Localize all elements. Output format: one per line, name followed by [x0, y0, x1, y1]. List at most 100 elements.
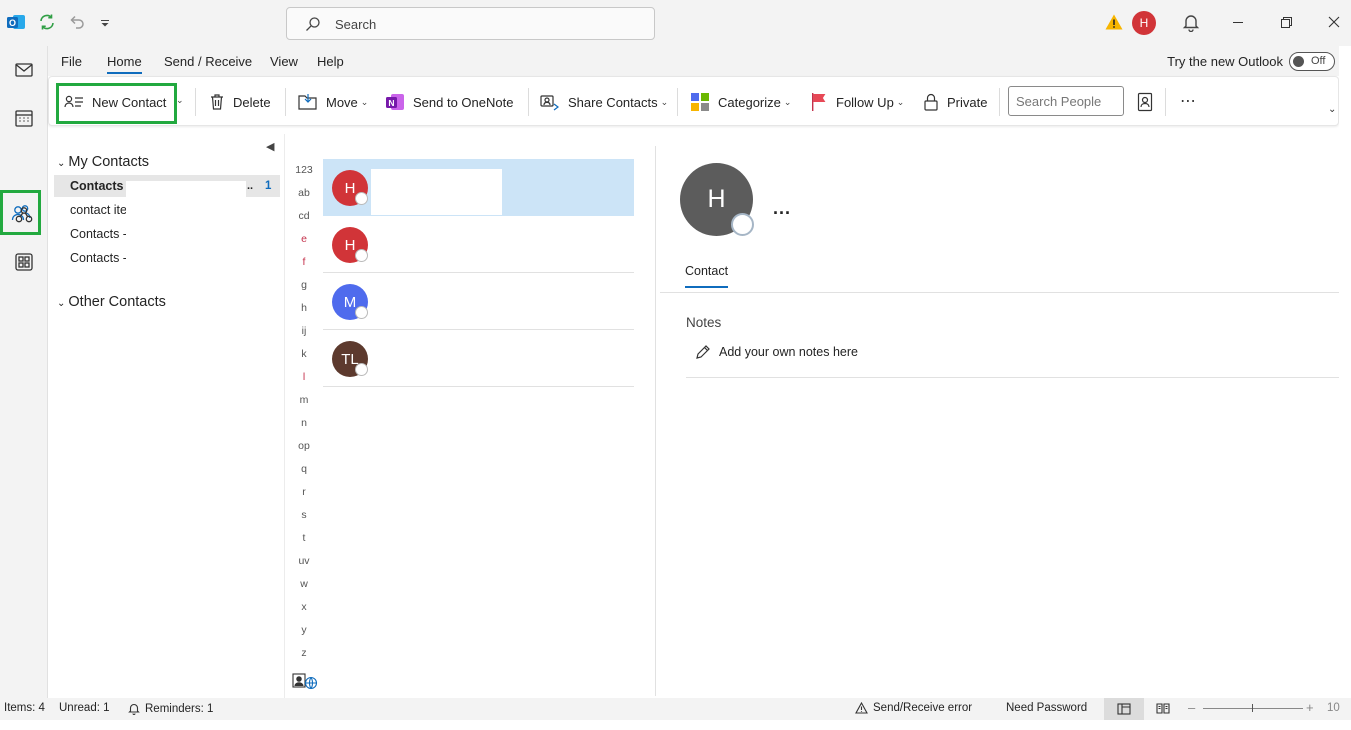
folder-pane: ◀ ⌄ My Contacts Contacts - .. 1 contact i…	[49, 134, 284, 698]
alphabet-index-item[interactable]: l	[285, 371, 323, 383]
new-outlook-toggle[interactable]: Off	[1289, 52, 1335, 71]
categorize-chevron-icon: ⌄	[783, 96, 792, 107]
unread-count-status: Unread: 1	[59, 702, 110, 714]
contact-card-icon	[64, 95, 83, 108]
categorize-button[interactable]: Categorize ⌄	[690, 92, 791, 112]
alphabet-index-item[interactable]: t	[285, 532, 323, 544]
reminders-button[interactable]: Reminders: 1	[128, 702, 213, 715]
alphabet-index-item[interactable]: x	[285, 601, 323, 613]
follow-up-button[interactable]: Follow Up ⌄	[810, 92, 904, 112]
lock-icon	[924, 93, 938, 111]
add-notes-button[interactable]: Add your own notes here	[695, 344, 858, 360]
share-contacts-button[interactable]: Share Contacts ⌄	[540, 92, 668, 112]
tab-divider	[660, 292, 1339, 293]
toggle-state-label: Off	[1311, 55, 1326, 67]
ribbon-toolbar: New Contact ⌄ Delete Move ⌄ N Send to One…	[48, 76, 1339, 126]
calendar-icon[interactable]	[4, 98, 44, 138]
restore-icon[interactable]	[1276, 12, 1296, 32]
reading-view-icon[interactable]	[1156, 702, 1170, 714]
search-people-input[interactable]	[1008, 86, 1124, 116]
svg-text:O: O	[9, 18, 16, 28]
search-box[interactable]: Search	[286, 7, 655, 40]
apps-icon[interactable]	[4, 242, 44, 282]
alphabet-index-item[interactable]: h	[285, 302, 323, 314]
presence-indicator	[355, 363, 368, 376]
alphabet-index-item[interactable]: n	[285, 417, 323, 429]
contact-row[interactable]: H	[323, 159, 634, 216]
sync-icon[interactable]	[37, 12, 59, 34]
alphabet-index-item[interactable]: z	[285, 647, 323, 659]
tab-file[interactable]: File	[61, 54, 82, 69]
zoom-in-icon[interactable]: +	[1306, 700, 1314, 715]
collapse-pane-icon[interactable]: ◀	[266, 140, 274, 153]
tab-view[interactable]: View	[270, 54, 298, 69]
alphabet-index-item[interactable]: 123	[285, 164, 323, 176]
close-icon[interactable]	[1324, 12, 1344, 32]
presence-indicator	[355, 306, 368, 319]
alphabet-index-item[interactable]: cd	[285, 210, 323, 222]
private-button[interactable]: Private	[923, 92, 987, 112]
new-contact-button[interactable]: New Contact	[64, 92, 166, 112]
alphabet-index-item[interactable]: m	[285, 394, 323, 406]
alphabet-index-item[interactable]: f	[285, 256, 323, 268]
zoom-slider-thumb[interactable]	[1252, 704, 1253, 712]
mail-icon[interactable]	[4, 50, 44, 90]
tab-home[interactable]: Home	[107, 54, 142, 74]
groups-icon[interactable]	[4, 195, 44, 235]
more-actions-button[interactable]: ...	[773, 198, 791, 219]
address-book-icon[interactable]	[1137, 92, 1153, 112]
collapse-ribbon-chevron-icon[interactable]: ⌄	[1328, 104, 1336, 115]
send-receive-error-label: Send/Receive error	[873, 702, 973, 714]
tab-contact[interactable]: Contact	[685, 264, 728, 278]
alphabet-index-item[interactable]: ij	[285, 325, 323, 337]
need-password-button[interactable]: Need Password	[1006, 702, 1087, 714]
customize-quick-access-icon[interactable]	[99, 12, 121, 34]
alphabet-index-item[interactable]: r	[285, 486, 323, 498]
tab-active-underline	[685, 286, 728, 288]
contact-row[interactable]: H	[323, 216, 634, 273]
alphabet-index-item[interactable]: s	[285, 509, 323, 521]
alphabet-index-item[interactable]: w	[285, 578, 323, 590]
pane-divider[interactable]	[655, 146, 656, 696]
alphabet-index-item[interactable]: op	[285, 440, 323, 452]
bell-icon[interactable]	[1181, 12, 1203, 34]
contact-list-pane: 123 ab cd e f g h ij k l m n op q r s t uv w x y z H H M TL	[284, 134, 656, 698]
redaction-mask	[371, 340, 502, 386]
tab-help[interactable]: Help	[317, 54, 344, 69]
contact-directory-icon[interactable]	[292, 672, 318, 690]
add-notes-label: Add your own notes here	[719, 345, 858, 359]
more-options-icon[interactable]: ⋯	[1180, 91, 1197, 111]
zoom-slider[interactable]	[1203, 708, 1303, 709]
categorize-label: Categorize	[718, 94, 781, 110]
alphabet-index-item[interactable]: ab	[285, 187, 323, 199]
minimize-icon[interactable]	[1228, 12, 1248, 32]
contact-row[interactable]: M	[323, 273, 634, 330]
separator	[528, 88, 529, 116]
alphabet-index-item[interactable]: k	[285, 348, 323, 360]
separator	[195, 88, 196, 116]
separator	[1165, 88, 1166, 116]
tab-send-receive[interactable]: Send / Receive	[164, 54, 252, 69]
reminders-label: Reminders: 1	[145, 702, 214, 715]
presence-indicator	[731, 213, 754, 236]
alphabet-index-item[interactable]: e	[285, 233, 323, 245]
contact-row[interactable]: TL	[323, 330, 634, 387]
send-to-onenote-button[interactable]: N Send to OneNote	[385, 92, 513, 112]
folder-item-label: Contacts -	[70, 251, 127, 265]
zoom-out-icon[interactable]: –	[1188, 700, 1195, 715]
alphabet-index-item[interactable]: uv	[285, 555, 323, 567]
my-contacts-header[interactable]: ⌄ My Contacts	[57, 154, 149, 170]
undo-icon[interactable]	[67, 12, 89, 34]
alphabet-index-item[interactable]: g	[285, 279, 323, 291]
normal-view-button[interactable]	[1104, 698, 1144, 720]
app-rail	[0, 46, 48, 698]
profile-avatar[interactable]: H	[1132, 11, 1156, 35]
alphabet-index-item[interactable]: q	[285, 463, 323, 475]
warning-icon[interactable]	[1104, 12, 1126, 34]
new-contact-dropdown-chevron-icon[interactable]: ⌄	[176, 95, 184, 106]
send-receive-error-button[interactable]: Send/Receive error	[855, 702, 972, 714]
alphabet-index-item[interactable]: y	[285, 624, 323, 636]
move-button[interactable]: Move ⌄	[298, 92, 368, 112]
expand-chevron-icon: ⌄	[57, 158, 66, 169]
delete-button[interactable]: Delete	[209, 92, 271, 112]
